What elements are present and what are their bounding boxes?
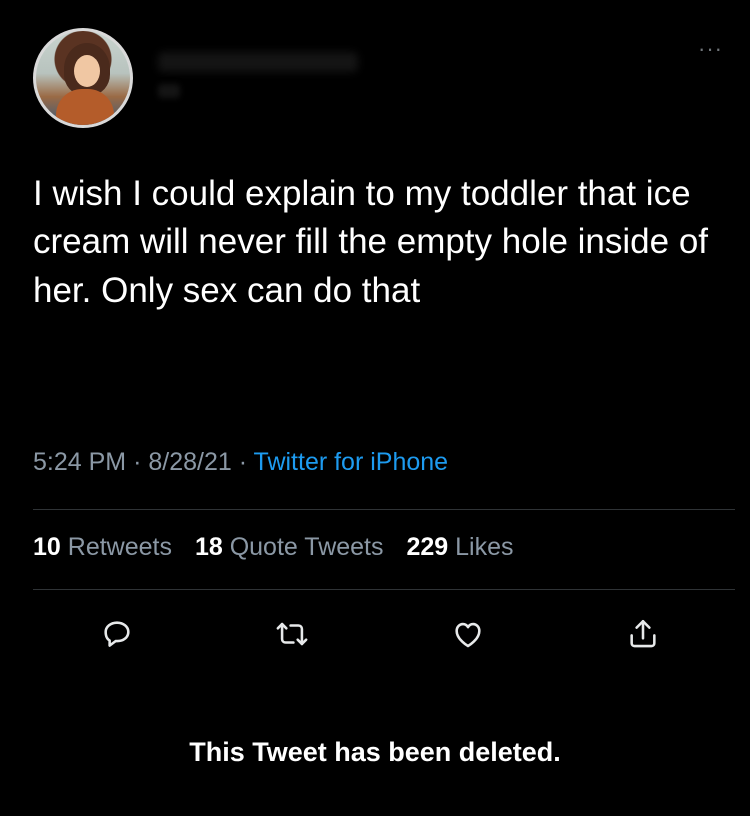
avatar[interactable]: [33, 28, 133, 128]
tweet-source-link[interactable]: Twitter for iPhone: [254, 448, 449, 476]
divider: [33, 589, 735, 590]
quote-tweets-stat[interactable]: 18 Quote Tweets: [195, 533, 384, 561]
retweet-icon: [276, 622, 308, 646]
reply-button[interactable]: [95, 612, 139, 656]
likes-count: 229: [406, 533, 449, 561]
redacted-display-name[interactable]: [158, 52, 358, 72]
share-icon: [630, 619, 656, 648]
avatar-shirt: [56, 89, 114, 125]
likes-label: Likes: [455, 533, 514, 561]
avatar-face: [74, 55, 100, 87]
tweet-date[interactable]: 8/28/21: [148, 448, 231, 476]
tweet-stats: 10 Retweets 18 Quote Tweets 229 Likes: [33, 533, 530, 562]
deleted-notice: This Tweet has been deleted.: [189, 737, 561, 767]
retweets-label: Retweets: [67, 533, 172, 561]
tweet-text: I wish I could explain to my toddler tha…: [33, 174, 709, 310]
quote-tweets-label: Quote Tweets: [229, 533, 384, 561]
tweet-time[interactable]: 5:24 PM: [33, 448, 126, 476]
tweet-meta: 5:24 PM · 8/28/21 · Twitter for iPhone: [33, 448, 448, 477]
meta-separator: ·: [133, 448, 149, 476]
retweets-stat[interactable]: 10 Retweets: [33, 533, 172, 561]
divider: [33, 509, 735, 510]
quote-tweets-count: 18: [194, 533, 223, 561]
like-button[interactable]: [446, 612, 490, 656]
reply-icon: [104, 621, 130, 647]
likes-stat[interactable]: 229 Likes: [406, 533, 513, 561]
retweets-count: 10: [33, 533, 61, 561]
retweet-button[interactable]: [270, 612, 314, 656]
more-options-icon[interactable]: ···: [698, 38, 723, 60]
redacted-handle[interactable]: [158, 84, 180, 98]
meta-separator: ·: [238, 448, 254, 476]
tweet-actions: [95, 612, 665, 656]
share-button[interactable]: [621, 612, 665, 656]
like-icon: [455, 622, 481, 648]
